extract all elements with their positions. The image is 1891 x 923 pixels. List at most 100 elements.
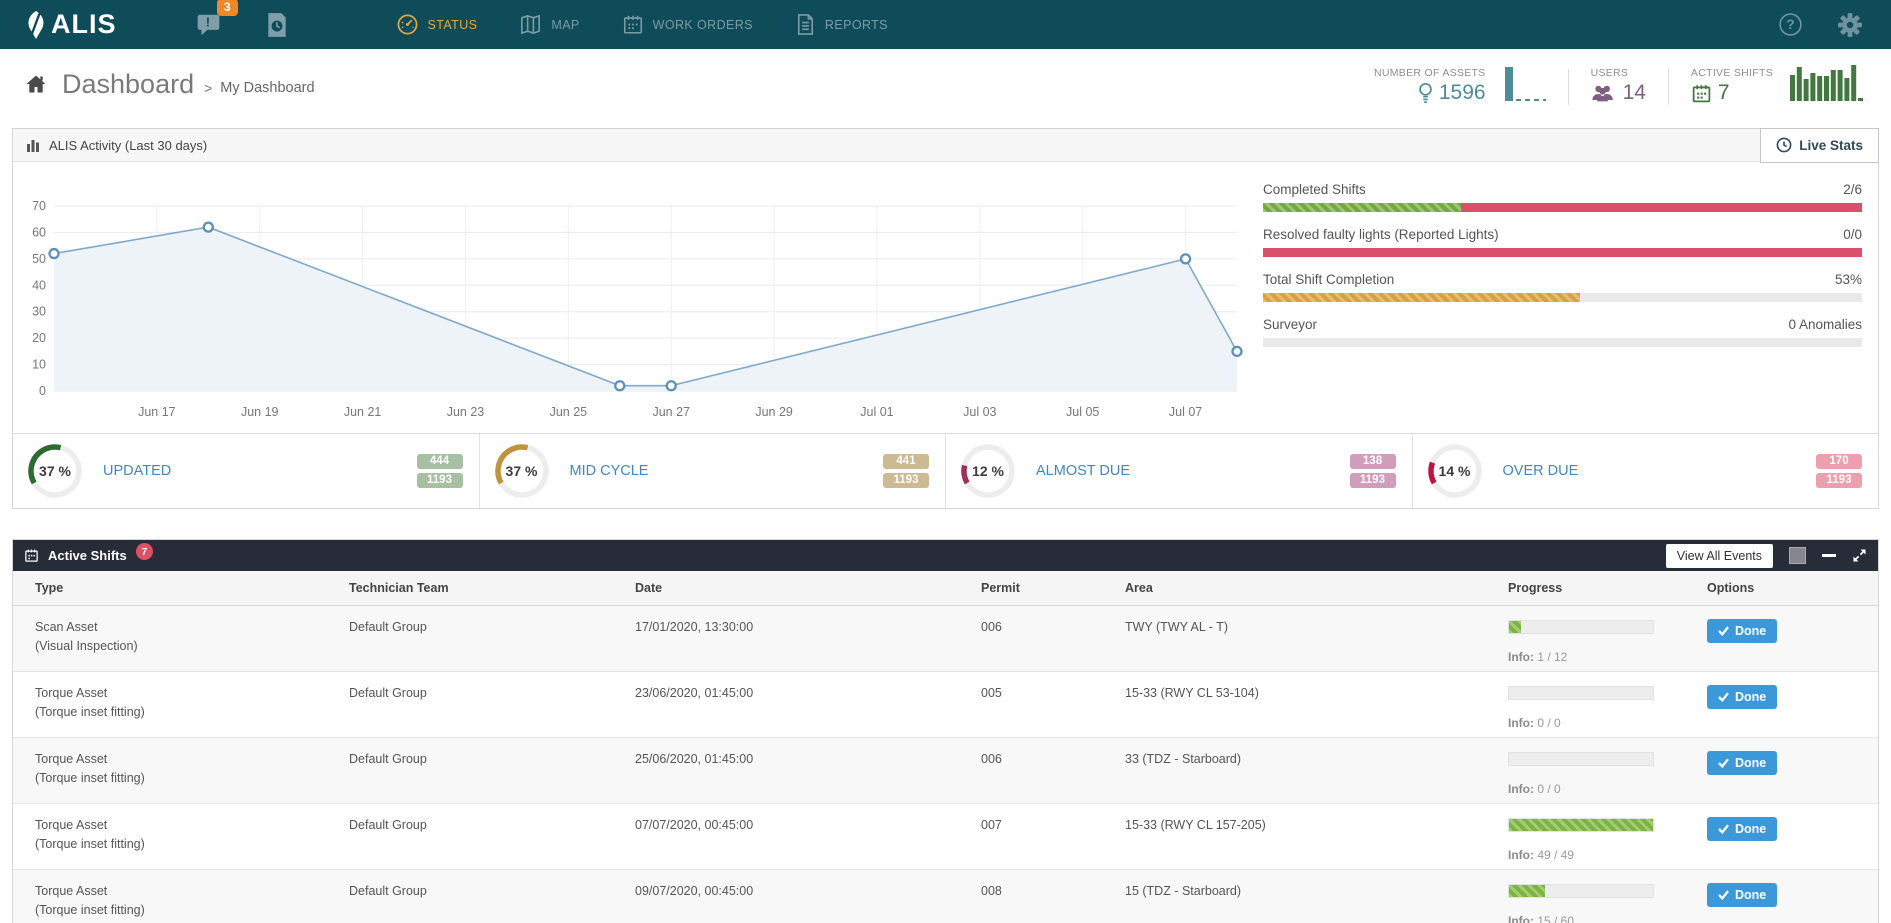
gauge-total-badge: 1193 [1816, 473, 1862, 488]
activity-panel-title: ALIS Activity (Last 30 days) [49, 138, 207, 153]
cell-progress: Info: 1 / 12 [1508, 606, 1707, 671]
live-stat-value: 53% [1835, 272, 1862, 287]
cell-technician-team: Default Group [349, 606, 635, 671]
activity-chart-area: 010203040506070Jun 17Jun 19Jun 21Jun 23J… [13, 162, 1263, 433]
shifts-table-header: Type Technician Team Date Permit Area Pr… [13, 571, 1878, 606]
nav-label-map: MAP [551, 18, 579, 32]
divider [1668, 69, 1669, 105]
shift-table-row[interactable]: Torque Asset(Torque inset fitting)Defaul… [13, 870, 1878, 923]
live-stat-label: Completed Shifts [1263, 182, 1366, 197]
progress-fill [1509, 885, 1545, 897]
gauge-label-link[interactable]: UPDATED [103, 463, 417, 479]
panel-legend-square-icon[interactable] [1789, 547, 1806, 564]
cell-technician-team: Default Group [349, 804, 635, 869]
svg-text:Jun 23: Jun 23 [447, 405, 485, 419]
done-button[interactable]: Done [1707, 685, 1777, 709]
check-icon [1718, 890, 1729, 900]
stat-number-of-assets: NUMBER OF ASSETS 1596 [1374, 67, 1486, 105]
cell-progress: Info: 15 / 60 [1508, 870, 1707, 923]
nav-item-reports[interactable]: REPORTS [795, 13, 888, 36]
col-header-options: Options [1707, 581, 1878, 595]
notifications-chat-icon[interactable]: ! 3 [195, 12, 222, 38]
gauge-label-link[interactable]: ALMOST DUE [1036, 463, 1350, 479]
gauge-card: 12 %ALMOST DUE1381193 [945, 434, 1412, 508]
help-icon[interactable]: ? [1778, 12, 1803, 37]
nav-label-reports: REPORTS [825, 18, 888, 32]
nav-item-map[interactable]: MAP [519, 13, 579, 36]
cell-technician-team: Default Group [349, 738, 635, 803]
live-stat-bar [1263, 293, 1862, 302]
active-shifts-count-badge[interactable]: 7 [136, 543, 153, 560]
gauge-percent: 14 % [1427, 443, 1483, 499]
lightbulb-icon [1418, 82, 1433, 104]
shift-table-row[interactable]: Scan Asset(Visual Inspection)Default Gro… [13, 606, 1878, 672]
cell-options: Done [1707, 738, 1878, 803]
breadcrumb-separator: > [204, 80, 212, 96]
live-stats-label: Live Stats [1799, 138, 1863, 153]
shift-table-row[interactable]: Torque Asset(Torque inset fitting)Defaul… [13, 738, 1878, 804]
cell-type: Torque Asset(Torque inset fitting) [13, 738, 349, 803]
live-stat-label: Surveyor [1263, 317, 1317, 332]
cell-permit: 005 [981, 672, 1125, 737]
svg-text:30: 30 [32, 305, 46, 319]
cell-progress: Info: 0 / 0 [1508, 738, 1707, 803]
done-button[interactable]: Done [1707, 751, 1777, 775]
alis-logo[interactable]: ALIS [24, 9, 117, 40]
gauge-count-badge: 138 [1350, 454, 1396, 469]
cell-options: Done [1707, 870, 1878, 923]
live-stats-list: Completed Shifts2/6Resolved faulty light… [1263, 162, 1878, 433]
progress-bar [1508, 884, 1654, 898]
view-all-events-button[interactable]: View All Events [1666, 544, 1773, 568]
gauge-donut: 37 % [494, 443, 550, 499]
report-clock-icon[interactable] [266, 12, 288, 38]
live-stats-button[interactable]: Live Stats [1760, 128, 1879, 163]
page-title[interactable]: Dashboard [62, 69, 194, 100]
gauge-count-badge: 170 [1816, 454, 1862, 469]
progress-info: Info: 49 / 49 [1508, 846, 1707, 865]
shift-table-row[interactable]: Torque Asset(Torque inset fitting)Defaul… [13, 804, 1878, 870]
cell-area: 33 (TDZ - Starboard) [1125, 738, 1508, 803]
svg-text:Jun 29: Jun 29 [755, 405, 793, 419]
minimize-icon[interactable] [1822, 554, 1836, 557]
live-stat-bar [1263, 338, 1862, 347]
col-header-permit: Permit [981, 581, 1125, 595]
breadcrumb-subtitle[interactable]: My Dashboard [220, 80, 314, 96]
expand-icon[interactable] [1852, 548, 1867, 563]
done-button[interactable]: Done [1707, 619, 1777, 643]
gauge-percent: 37 % [27, 443, 83, 499]
cell-area: 15 (TDZ - Starboard) [1125, 870, 1508, 923]
live-stat-bar [1263, 203, 1862, 212]
gauge-card: 37 %MID CYCLE4411193 [479, 434, 946, 508]
top-navbar: ALIS ! 3 STATUS MAP WORK ORDERS [0, 0, 1891, 49]
col-header-date: Date [635, 581, 981, 595]
check-icon [1718, 824, 1729, 834]
main-nav: STATUS MAP WORK ORDERS REPORTS [396, 13, 930, 36]
activity-panel-header: ALIS Activity (Last 30 days) [13, 129, 1878, 162]
home-icon[interactable] [24, 72, 48, 96]
gauge-label-link[interactable]: OVER DUE [1503, 463, 1817, 479]
gauge-total-badge: 1193 [1350, 473, 1396, 488]
settings-gear-icon[interactable] [1837, 12, 1863, 38]
stat-bar-segment [1461, 203, 1862, 212]
gauge-label-link[interactable]: MID CYCLE [570, 463, 884, 479]
live-stat-value: 0/0 [1843, 227, 1862, 242]
nav-item-status[interactable]: STATUS [396, 13, 478, 36]
nav-item-work-orders[interactable]: WORK ORDERS [622, 13, 753, 36]
cell-permit: 006 [981, 738, 1125, 803]
cell-area: TWY (TWY AL - T) [1125, 606, 1508, 671]
svg-text:Jun 25: Jun 25 [550, 405, 588, 419]
shift-table-row[interactable]: Torque Asset(Torque inset fitting)Defaul… [13, 672, 1878, 738]
cell-area: 15-33 (RWY CL 53-104) [1125, 672, 1508, 737]
done-button[interactable]: Done [1707, 883, 1777, 907]
gauge-card: 14 % OVER DUE170 1193 [1412, 434, 1879, 508]
shifts-sparkline [1789, 63, 1867, 105]
done-button[interactable]: Done [1707, 817, 1777, 841]
svg-text:Jun 27: Jun 27 [652, 405, 690, 419]
col-header-area: Area [1125, 581, 1508, 595]
stat-users: USERS 14 [1591, 67, 1646, 105]
progress-bar [1508, 752, 1654, 766]
progress-info: Info: 0 / 0 [1508, 780, 1707, 799]
active-shifts-header: Active Shifts 7 View All Events [13, 540, 1878, 571]
document-icon [795, 13, 816, 36]
col-header-type: Type [13, 581, 349, 595]
